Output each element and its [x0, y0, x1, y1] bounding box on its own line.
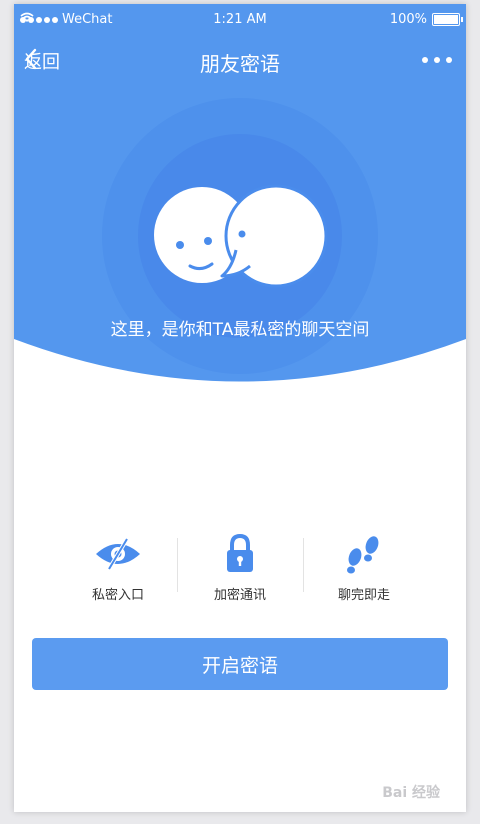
feature-label: 聊完即走	[337, 588, 390, 603]
nav-bar: 返回 朋友密语	[14, 42, 466, 82]
feature-label: 私密入口	[91, 588, 144, 603]
hero-tagline: 这里，是你和TA最私密的聊天空间	[110, 320, 370, 340]
phone-screen: WeChat 1:21 AM 100% 返回 朋友密语 这里，是你和TA最私密的…	[14, 4, 466, 812]
hidden-eye-icon	[96, 537, 140, 571]
battery-icon	[432, 13, 463, 26]
feature-encrypted: 加密通讯	[180, 532, 300, 603]
feature-label: 加密通讯	[213, 588, 266, 603]
feature-list: 私密入口 加密通讯 聊完即走	[14, 532, 466, 603]
hero-banner: WeChat 1:21 AM 100% 返回 朋友密语 这里，是你和TA最私密的…	[14, 4, 466, 384]
more-menu-button[interactable]	[422, 50, 452, 70]
watermark-logo: Bai 经验	[382, 785, 440, 801]
feature-ephemeral: 聊完即走	[304, 532, 424, 603]
enable-secret-chat-button[interactable]: 开启密语	[32, 638, 448, 690]
footprints-icon	[347, 536, 379, 574]
lock-icon	[227, 534, 253, 572]
status-bar: WeChat 1:21 AM 100%	[14, 4, 466, 34]
battery-percent: 100%	[389, 12, 427, 27]
feature-divider	[177, 538, 178, 592]
feature-private-entry: 私密入口	[58, 532, 178, 603]
page-title: 朋友密语	[200, 52, 280, 76]
